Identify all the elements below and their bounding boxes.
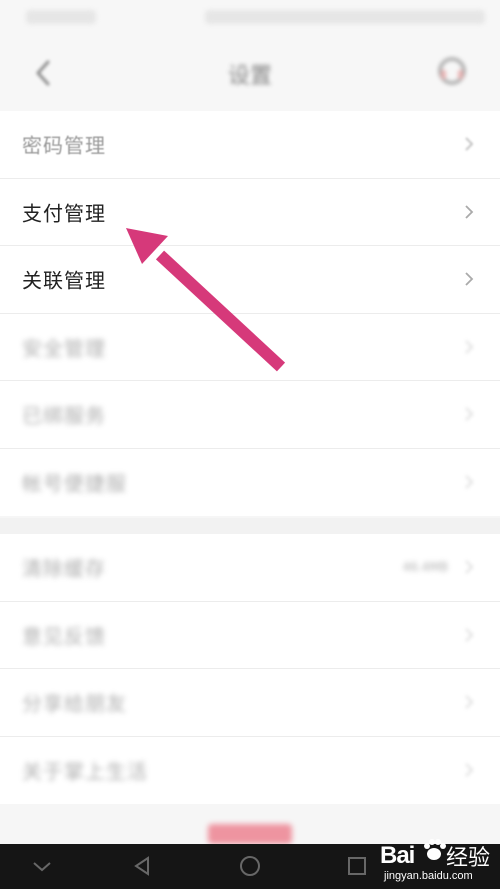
chevron-right-icon [465, 205, 474, 219]
settings-item-share[interactable]: 分享给朋友 [0, 669, 500, 737]
settings-item-label: 意见反馈 [22, 624, 106, 649]
chevron-right-icon [465, 628, 474, 642]
settings-item-about[interactable]: 关于掌上生活 [0, 737, 500, 805]
settings-item-label: 清除缓存 [22, 556, 106, 581]
settings-item-label: 帐号便捷服 [22, 471, 127, 496]
chevron-right-icon [465, 560, 474, 574]
watermark-url: jingyan.baidu.com [384, 870, 473, 882]
settings-item-linked[interactable]: 关联管理 [0, 246, 500, 314]
settings-group-account: 密码管理 支付管理 关联管理 安全管理 已绑服务 帐号便捷服 [0, 111, 500, 516]
page-title: 设置 [227, 64, 272, 89]
logout-button[interactable] [200, 818, 300, 844]
nav-bar: 设置 [0, 34, 500, 114]
settings-item-label: 支付管理 [22, 201, 106, 226]
settings-item-label: 安全管理 [22, 336, 106, 361]
settings-item-label: 分享给朋友 [22, 691, 127, 716]
settings-item-account-service[interactable]: 帐号便捷服 [0, 449, 500, 517]
cache-size-value: 46.4MB [402, 560, 448, 575]
chevron-right-icon [465, 407, 474, 421]
settings-item-label: 密码管理 [22, 133, 106, 158]
recents-square-icon[interactable] [345, 854, 369, 878]
settings-item-label: 关联管理 [22, 268, 106, 293]
settings-group-general: 清除缓存 46.4MB 意见反馈 分享给朋友 关于掌上生活 [0, 534, 500, 804]
paw-logo-icon [424, 839, 446, 860]
status-left-text [26, 10, 96, 24]
settings-item-payment[interactable]: 支付管理 [0, 179, 500, 246]
chevron-right-icon [465, 272, 474, 286]
settings-item-label: 关于掌上生活 [22, 759, 148, 784]
baidu-jingyan-watermark: Bai 经验 jingyan.baidu.com [370, 828, 500, 889]
settings-item-bound-services[interactable]: 已绑服务 [0, 381, 500, 449]
settings-item-security[interactable]: 安全管理 [0, 314, 500, 381]
home-circle-icon[interactable] [238, 854, 262, 878]
status-right-icons [205, 10, 485, 24]
menu-icon[interactable] [30, 854, 54, 878]
group-divider [0, 518, 500, 534]
chevron-right-icon [465, 137, 474, 151]
status-bar [0, 0, 500, 34]
watermark-brand: Bai [380, 842, 415, 869]
headset-icon[interactable] [435, 54, 469, 88]
settings-item-feedback[interactable]: 意见反馈 [0, 602, 500, 669]
chevron-right-icon [465, 695, 474, 709]
settings-item-password[interactable]: 密码管理 [0, 111, 500, 179]
back-triangle-icon[interactable] [130, 854, 154, 878]
watermark-brand-suffix: 经验 [446, 846, 491, 871]
settings-item-label: 已绑服务 [22, 403, 106, 428]
chevron-right-icon [465, 475, 474, 489]
chevron-right-icon [465, 340, 474, 354]
chevron-right-icon [465, 763, 474, 777]
settings-item-clear-cache[interactable]: 清除缓存 46.4MB [0, 534, 500, 602]
